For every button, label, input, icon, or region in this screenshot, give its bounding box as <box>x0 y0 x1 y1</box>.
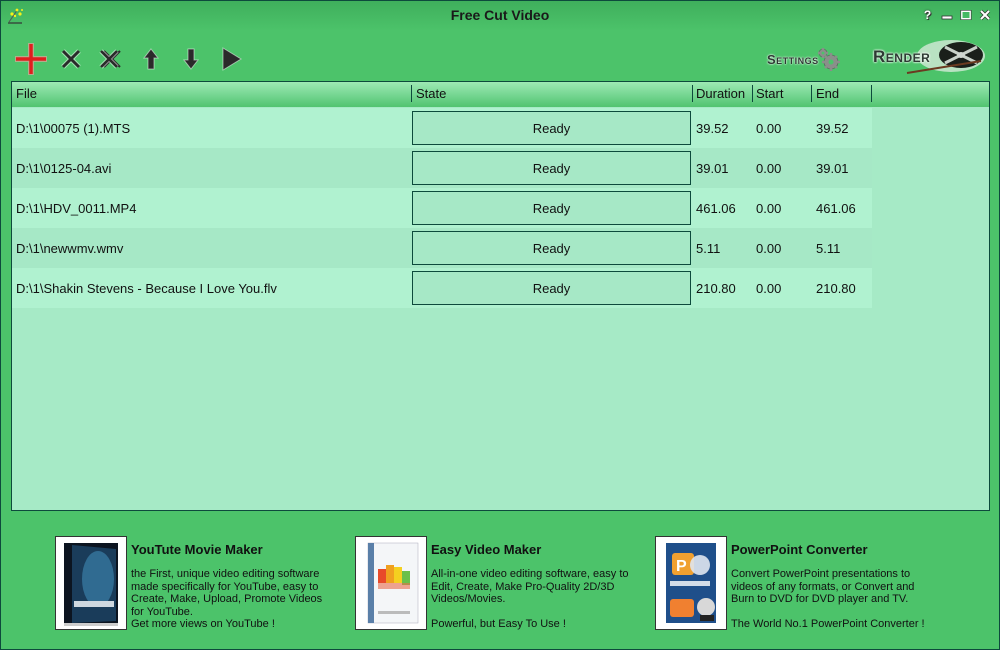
state-cell[interactable]: Ready <box>412 151 691 185</box>
promo-desc-line: the First, unique video editing software <box>131 568 320 580</box>
promo-youtube-movie-maker[interactable]: YouTute Movie Maker the First, unique vi… <box>55 536 345 631</box>
promo-desc-line: made specifically for YouTube, easy to <box>131 580 319 593</box>
promo-title: Easy Video Maker <box>431 542 542 557</box>
column-header-duration[interactable]: Duration <box>692 86 745 101</box>
column-header-end[interactable]: End <box>812 86 839 101</box>
state-cell[interactable]: Ready <box>412 231 691 265</box>
file-cell: D:\1\newwmv.wmv <box>16 241 124 256</box>
duration-cell: 5.11 <box>696 241 721 256</box>
start-cell: 0.00 <box>756 161 782 176</box>
maximize-button[interactable] <box>959 8 972 21</box>
promo-easy-video-maker[interactable]: Easy Video Maker All-in-one video editin… <box>355 536 645 631</box>
promo-tagline: Powerful, but Easy To Use ! <box>431 618 566 631</box>
duration-cell: 39.01 <box>696 161 729 176</box>
column-header-file[interactable]: File <box>12 86 37 101</box>
state-cell[interactable]: Ready <box>412 111 691 145</box>
minimize-icon <box>941 15 952 19</box>
promo-description: All-in-one video editing software, easy … <box>431 568 646 631</box>
file-cell: D:\1\0125-04.avi <box>16 161 112 176</box>
double-x-icon <box>99 49 121 69</box>
file-cell: D:\1\00075 (1).MTS <box>16 121 131 136</box>
close-icon <box>979 9 990 20</box>
table-header: File State Duration Start End <box>12 82 989 107</box>
render-button[interactable]: Render <box>869 37 985 77</box>
promo-tagline: The World No.1 PowerPoint Converter ! <box>731 618 925 631</box>
state-cell[interactable]: Ready <box>412 271 691 305</box>
arrow-down-icon <box>182 48 200 70</box>
duration-cell: 461.06 <box>696 201 736 216</box>
window-controls: ? <box>921 8 991 21</box>
promo-description: the First, unique video editing software… <box>131 568 346 631</box>
help-button[interactable]: ? <box>921 8 934 21</box>
table-row[interactable]: D:\1\Shakin Stevens - Because I Love You… <box>12 268 872 308</box>
arrow-up-icon <box>142 48 160 70</box>
product-box-image: P <box>655 536 727 630</box>
move-up-button[interactable] <box>131 39 171 79</box>
end-cell: 5.11 <box>816 241 841 256</box>
svg-text:P: P <box>676 558 687 575</box>
file-table: File State Duration Start End D:\1\00075… <box>11 81 990 511</box>
promo-desc-line: Create, Make, Upload, Promote Videos <box>131 593 323 606</box>
gear-icon <box>817 48 840 71</box>
column-header-start[interactable]: Start <box>752 86 783 101</box>
plus-icon <box>15 43 47 75</box>
promo-powerpoint-converter[interactable]: P PowerPoint Converter Convert PowerPoin… <box>655 536 945 631</box>
app-window: Free Cut Video ? Settings Render File St… <box>0 0 1000 650</box>
file-cell: D:\1\Shakin Stevens - Because I Love You… <box>16 281 277 296</box>
promo-desc-line: Convert PowerPoint presentations to <box>731 568 911 580</box>
start-cell: 0.00 <box>756 241 782 256</box>
remove-file-button[interactable] <box>51 39 91 79</box>
table-row[interactable]: D:\1\HDV_0011.MP4 Ready 461.06 0.00 461.… <box>12 188 872 228</box>
end-cell: 461.06 <box>816 201 856 216</box>
settings-button[interactable]: Settings <box>767 45 853 73</box>
promo-title: PowerPoint Converter <box>731 542 868 557</box>
table-row[interactable]: D:\1\00075 (1).MTS Ready 39.52 0.00 39.5… <box>12 108 872 148</box>
promo-tagline: Get more views on YouTube ! <box>131 618 275 631</box>
promo-desc-line: Burn to DVD for DVD player and TV. <box>731 593 909 606</box>
file-cell: D:\1\HDV_0011.MP4 <box>16 201 137 216</box>
play-button[interactable] <box>211 39 251 79</box>
state-cell[interactable]: Ready <box>412 191 691 225</box>
promo-desc-line: All-in-one video editing software, easy … <box>431 568 629 580</box>
minimize-button[interactable] <box>940 8 953 21</box>
promo-desc-line: for YouTube. <box>131 605 193 618</box>
start-cell: 0.00 <box>756 281 782 296</box>
toolbar <box>11 39 251 79</box>
column-divider[interactable] <box>871 85 872 102</box>
promo-desc-line: Videos/Movies. <box>431 593 506 606</box>
product-box-image <box>55 536 127 630</box>
close-button[interactable] <box>978 8 991 21</box>
maximize-icon <box>960 9 971 20</box>
promo-desc-line: Edit, Create, Make Pro-Quality 2D/3D <box>431 580 615 593</box>
end-cell: 39.01 <box>816 161 849 176</box>
end-cell: 210.80 <box>816 281 856 296</box>
table-row[interactable]: D:\1\newwmv.wmv Ready 5.11 0.00 5.11 <box>12 228 872 268</box>
add-file-button[interactable] <box>11 39 51 79</box>
move-down-button[interactable] <box>171 39 211 79</box>
product-box-image <box>355 536 427 630</box>
column-header-state[interactable]: State <box>412 86 446 101</box>
duration-cell: 210.80 <box>696 281 736 296</box>
end-cell: 39.52 <box>816 121 849 136</box>
promo-title: YouTute Movie Maker <box>131 542 263 557</box>
play-icon <box>222 47 242 71</box>
remove-all-button[interactable] <box>91 39 131 79</box>
settings-label: Settings <box>767 51 819 67</box>
duration-cell: 39.52 <box>696 121 729 136</box>
promo-description: Convert PowerPoint presentations to vide… <box>731 568 946 631</box>
start-cell: 0.00 <box>756 201 782 216</box>
x-icon <box>61 49 81 69</box>
start-cell: 0.00 <box>756 121 782 136</box>
window-title: Free Cut Video <box>450 7 550 23</box>
promo-desc-line: videos of any formats, or Convert and <box>731 580 915 593</box>
table-row[interactable]: D:\1\0125-04.avi Ready 39.01 0.00 39.01 <box>12 148 872 188</box>
render-label: Render <box>873 47 931 66</box>
